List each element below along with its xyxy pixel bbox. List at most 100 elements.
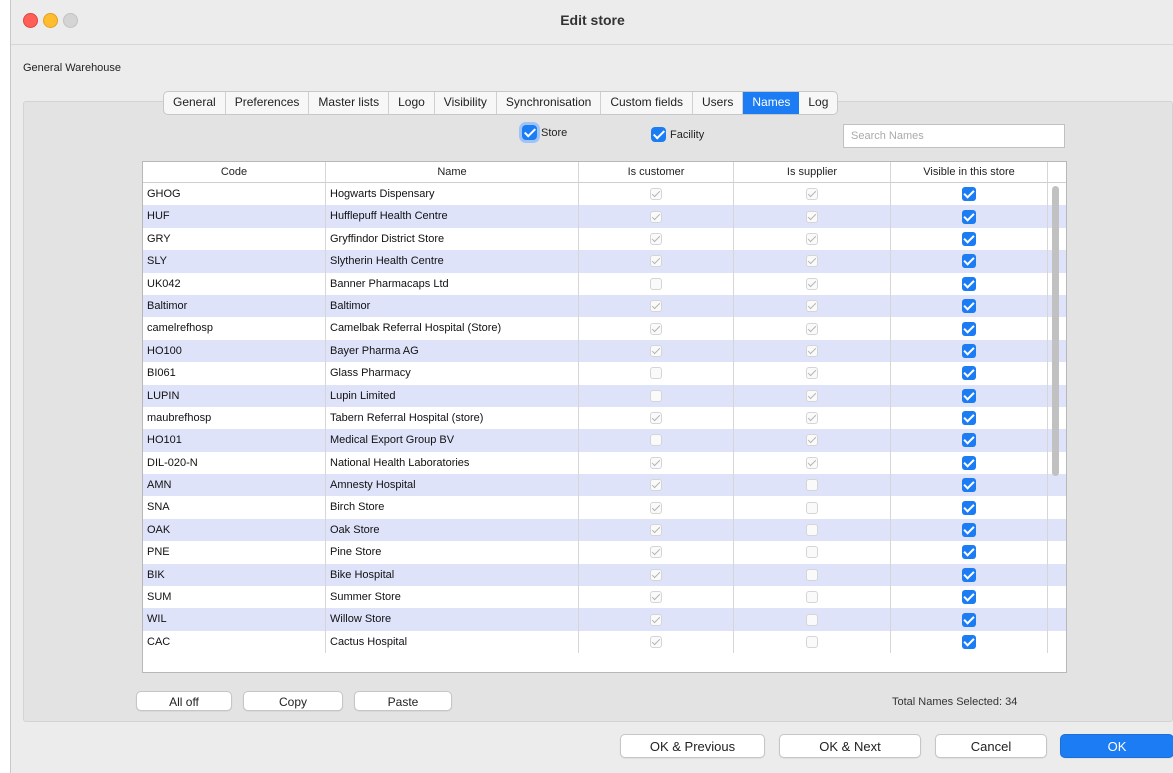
table-row[interactable]: Baltimor Baltimor bbox=[143, 294, 1066, 318]
ok-previous-button[interactable]: OK & Previous bbox=[620, 734, 765, 758]
visible-in-store-checkbox[interactable] bbox=[962, 366, 976, 381]
visible-in-store-checkbox[interactable] bbox=[962, 276, 976, 291]
is-customer-checkbox bbox=[650, 210, 662, 223]
tab-log[interactable]: Log bbox=[799, 92, 837, 114]
visible-in-store-checkbox[interactable] bbox=[962, 635, 976, 649]
visible-in-store-checkbox[interactable] bbox=[962, 455, 976, 470]
cell-code: GRY bbox=[143, 227, 326, 251]
cell-is-customer bbox=[579, 563, 734, 587]
table-row[interactable]: GRY Gryffindor District Store bbox=[143, 227, 1066, 251]
table-row[interactable]: UK042 Banner Pharmacaps Ltd bbox=[143, 272, 1066, 295]
cell-name: Hogwarts Dispensary bbox=[326, 183, 579, 206]
visible-in-store-checkbox[interactable] bbox=[962, 478, 976, 493]
tab-general[interactable]: General bbox=[164, 92, 226, 114]
table-row[interactable]: LUPIN Lupin Limited bbox=[143, 384, 1066, 407]
table-row[interactable]: HO101 Medical Export Group BV bbox=[143, 429, 1066, 452]
cell-is-supplier bbox=[734, 451, 891, 475]
tab-logo[interactable]: Logo bbox=[389, 92, 435, 114]
is-supplier-checkbox bbox=[806, 613, 818, 626]
column-header-is-customer[interactable]: Is customer bbox=[579, 162, 734, 182]
copy-button[interactable]: Copy bbox=[243, 691, 343, 711]
visible-in-store-checkbox[interactable] bbox=[962, 433, 976, 448]
visible-in-store-checkbox[interactable] bbox=[962, 321, 976, 336]
cell-name: Summer Store bbox=[326, 586, 579, 609]
table-row[interactable]: camelrefhosp Camelbak Referral Hospital (… bbox=[143, 317, 1066, 340]
table-row[interactable]: SLY Slytherin Health Centre bbox=[143, 250, 1066, 273]
visible-in-store-checkbox[interactable] bbox=[962, 231, 976, 246]
visible-in-store-checkbox[interactable] bbox=[962, 343, 976, 358]
visible-in-store-checkbox[interactable] bbox=[962, 388, 976, 403]
table-row[interactable]: HUF Hufflepuff Health Centre bbox=[143, 205, 1066, 228]
cell-is-supplier bbox=[734, 205, 891, 228]
table-row[interactable]: PNE Pine Store bbox=[143, 541, 1066, 564]
table-row[interactable]: SUM Summer Store bbox=[143, 586, 1066, 609]
cell-code: camelrefhosp bbox=[143, 317, 326, 340]
column-header-code[interactable]: Code bbox=[143, 162, 326, 182]
cell-name: Amnesty Hospital bbox=[326, 474, 579, 497]
cell-visible bbox=[891, 205, 1048, 228]
cell-visible bbox=[891, 362, 1048, 385]
visible-in-store-checkbox[interactable] bbox=[962, 209, 976, 224]
cell-name: Lupin Limited bbox=[326, 384, 579, 407]
visible-in-store-checkbox[interactable] bbox=[962, 612, 976, 627]
cell-is-supplier bbox=[734, 339, 891, 363]
cell-name: Glass Pharmacy bbox=[326, 362, 579, 385]
tab-master-lists[interactable]: Master lists bbox=[309, 92, 390, 114]
table-row[interactable]: HO100 Bayer Pharma AG bbox=[143, 339, 1066, 363]
is-customer-checkbox bbox=[650, 367, 662, 380]
visible-in-store-checkbox[interactable] bbox=[962, 411, 976, 426]
cell-visible bbox=[891, 183, 1048, 206]
cell-code: Baltimor bbox=[143, 294, 326, 318]
visible-in-store-checkbox[interactable] bbox=[962, 567, 976, 582]
all-off-button[interactable]: All off bbox=[136, 691, 232, 711]
cell-is-customer bbox=[579, 451, 734, 475]
is-supplier-checkbox bbox=[806, 277, 818, 290]
tab-preferences[interactable]: Preferences bbox=[226, 92, 310, 114]
cell-name: Slytherin Health Centre bbox=[326, 250, 579, 273]
visible-in-store-checkbox[interactable] bbox=[962, 299, 976, 314]
cell-is-customer bbox=[579, 608, 734, 631]
table-scrollbar[interactable] bbox=[1051, 182, 1060, 672]
search-names-input[interactable] bbox=[843, 124, 1065, 148]
tab-custom-fields[interactable]: Custom fields bbox=[601, 92, 694, 114]
table-row[interactable]: WIL Willow Store bbox=[143, 608, 1066, 631]
is-customer-checkbox bbox=[650, 456, 662, 469]
visible-in-store-checkbox[interactable] bbox=[962, 523, 976, 538]
tab-synchronisation[interactable]: Synchronisation bbox=[497, 92, 602, 114]
visible-in-store-checkbox[interactable] bbox=[962, 187, 976, 202]
tab-users[interactable]: Users bbox=[693, 92, 744, 114]
cell-name: Pine Store bbox=[326, 541, 579, 564]
column-header-visible[interactable]: Visible in this store bbox=[891, 162, 1048, 182]
table-row[interactable]: BI061 Glass Pharmacy bbox=[143, 362, 1066, 385]
visible-in-store-checkbox[interactable] bbox=[962, 500, 976, 515]
store-filter[interactable]: Store bbox=[522, 125, 567, 140]
table-row[interactable]: DIL-020-N National Health Laboratories bbox=[143, 451, 1066, 475]
cell-code: OAK bbox=[143, 518, 326, 542]
tab-visibility[interactable]: Visibility bbox=[435, 92, 497, 114]
cell-visible bbox=[891, 541, 1048, 564]
table-row[interactable]: CAC Cactus Hospital bbox=[143, 630, 1066, 654]
facility-filter-checkbox[interactable] bbox=[651, 127, 666, 142]
table-row[interactable]: BIK Bike Hospital bbox=[143, 563, 1066, 587]
cancel-button[interactable]: Cancel bbox=[935, 734, 1047, 758]
visible-in-store-checkbox[interactable] bbox=[962, 545, 976, 560]
tab-names[interactable]: Names bbox=[743, 92, 800, 114]
visible-in-store-checkbox[interactable] bbox=[962, 590, 976, 605]
facility-filter[interactable]: Facility bbox=[651, 127, 704, 142]
paste-button[interactable]: Paste bbox=[354, 691, 452, 711]
table-row[interactable]: AMN Amnesty Hospital bbox=[143, 474, 1066, 497]
table-row[interactable]: SNA Birch Store bbox=[143, 496, 1066, 519]
cell-visible bbox=[891, 563, 1048, 587]
cell-name: Baltimor bbox=[326, 294, 579, 318]
table-row[interactable]: GHOG Hogwarts Dispensary bbox=[143, 183, 1066, 206]
table-row[interactable]: maubrefhosp Tabern Referral Hospital (sto… bbox=[143, 406, 1066, 430]
ok-button[interactable]: OK bbox=[1060, 734, 1173, 758]
scrollbar-thumb[interactable] bbox=[1052, 186, 1059, 476]
column-header-name[interactable]: Name bbox=[326, 162, 579, 182]
cell-name: Banner Pharmacaps Ltd bbox=[326, 272, 579, 295]
visible-in-store-checkbox[interactable] bbox=[962, 254, 976, 269]
table-row[interactable]: OAK Oak Store bbox=[143, 518, 1066, 542]
store-filter-checkbox[interactable] bbox=[522, 125, 537, 140]
column-header-is-supplier[interactable]: Is supplier bbox=[734, 162, 891, 182]
ok-next-button[interactable]: OK & Next bbox=[779, 734, 921, 758]
